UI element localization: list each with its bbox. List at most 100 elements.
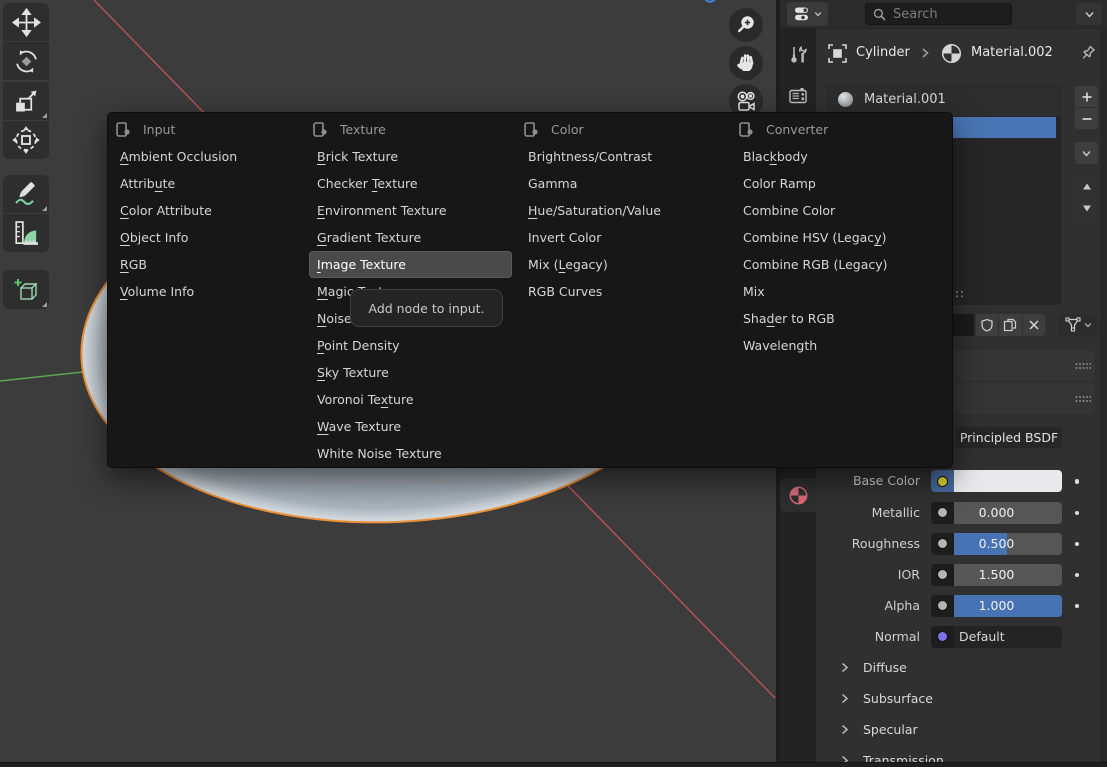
breadcrumb-object-name[interactable]: Cylinder (856, 45, 910, 60)
measure-icon (12, 219, 41, 248)
base-color-swatch[interactable] (954, 470, 1062, 492)
node-socket-button[interactable] (931, 626, 954, 648)
transform-tool-button[interactable] (3, 121, 49, 159)
menu-item-object-info[interactable]: Object Info (112, 224, 315, 251)
remove-slot-button[interactable] (1075, 108, 1098, 129)
animate-decorator-dot[interactable] (1075, 573, 1080, 578)
minus-icon (1081, 113, 1093, 125)
zoom-gizmo-button[interactable] (729, 8, 763, 42)
menu-item-ambient-occlusion[interactable]: Ambient Occlusion (112, 143, 315, 170)
animate-decorator-dot[interactable] (1075, 604, 1080, 609)
node-socket-button[interactable] (931, 470, 954, 492)
property-row-metallic: Metallic0.000 (820, 502, 1100, 524)
slider-metallic[interactable]: 0.000 (954, 502, 1062, 524)
slot-specials-button[interactable] (1075, 142, 1098, 164)
node-filter-dropdown[interactable] (1058, 314, 1097, 336)
header-menu-collapse-button[interactable] (1076, 3, 1102, 25)
tab-render[interactable] (780, 80, 816, 112)
move-slot-up-button[interactable] (1075, 176, 1098, 197)
menu-column-header: Texture (309, 118, 512, 140)
node-socket-button[interactable] (931, 595, 954, 617)
menu-item-combine-rgb-legacy[interactable]: Combine RGB (Legacy) (735, 251, 938, 278)
subpanel-label: Specular (863, 722, 918, 737)
search-icon (873, 8, 886, 21)
menu-item-environment-texture[interactable]: Environment Texture (309, 197, 512, 224)
fake-user-button[interactable] (976, 314, 999, 336)
menu-column-title: Texture (340, 122, 386, 137)
menu-item-wavelength[interactable]: Wavelength (735, 332, 938, 359)
add-cube-tool-button[interactable] (3, 270, 49, 309)
scale-tool-button[interactable] (3, 82, 49, 120)
menu-item-attribute[interactable]: Attribute (112, 170, 315, 197)
breadcrumb-material-name[interactable]: Material.002 (971, 45, 1053, 60)
menu-item-mix-legacy[interactable]: Mix (Legacy) (520, 251, 723, 278)
menu-item-shader-to-rgb[interactable]: Shader to RGB (735, 305, 938, 332)
triangle-down-icon (1082, 204, 1092, 213)
panel-drag-grip[interactable] (1075, 362, 1091, 370)
chevron-right-icon (840, 693, 849, 704)
animate-decorator-dot[interactable] (1075, 511, 1080, 516)
pan-gizmo-button[interactable] (729, 46, 763, 80)
menu-item-mix[interactable]: Mix (735, 278, 938, 305)
move-slot-down-button[interactable] (1075, 198, 1098, 219)
menu-column-title: Converter (766, 122, 828, 137)
menu-item-gradient-texture[interactable]: Gradient Texture (309, 224, 512, 251)
menu-item-brick-texture[interactable]: Brick Texture (309, 143, 512, 170)
socket-dot-icon (937, 631, 948, 642)
node-socket-button[interactable] (931, 502, 954, 524)
slider-value: 1.000 (954, 595, 1062, 617)
menu-item-rgb[interactable]: RGB (112, 251, 315, 278)
chevron-down-icon (1081, 148, 1092, 159)
subpanel-subsurface[interactable]: Subsurface (820, 687, 1100, 709)
list-resize-grip[interactable] (955, 290, 964, 298)
breadcrumb: Cylinder Material.002 (776, 40, 1107, 66)
tab-material[interactable] (780, 478, 816, 512)
add-slot-button[interactable] (1075, 86, 1098, 107)
slider-roughness[interactable]: 0.500 (954, 533, 1062, 555)
search-input[interactable]: Search (865, 3, 1012, 25)
menu-item-combine-hsv-legacy[interactable]: Combine HSV (Legacy) (735, 224, 938, 251)
menu-item-color-ramp[interactable]: Color Ramp (735, 170, 938, 197)
node-socket-button[interactable] (931, 533, 954, 555)
menu-item-white-noise-texture[interactable]: White Noise Texture (309, 440, 512, 467)
menu-item-brightness-contrast[interactable]: Brightness/Contrast (520, 143, 723, 170)
unlink-material-button[interactable] (1023, 314, 1046, 336)
menu-item-voronoi-texture[interactable]: Voronoi Texture (309, 386, 512, 413)
chevron-down-icon (814, 10, 822, 18)
menu-item-invert-color[interactable]: Invert Color (520, 224, 723, 251)
menu-item-checker-texture[interactable]: Checker Texture (309, 170, 512, 197)
slider-ior[interactable]: 1.500 (954, 564, 1062, 586)
new-material-button[interactable] (999, 314, 1022, 336)
properties-scroll-margin[interactable] (1100, 28, 1107, 762)
menu-item-blackbody[interactable]: Blackbody (735, 143, 938, 170)
socket-dot-icon (937, 600, 948, 611)
nav-gizmo-axis-ball[interactable] (705, 0, 715, 2)
animate-decorator-dot[interactable] (1075, 542, 1080, 547)
surface-shader-dropdown[interactable]: Principled BSDF (956, 427, 1062, 448)
rotate-tool-button[interactable] (3, 42, 49, 80)
slider-value: 1.500 (954, 564, 1062, 586)
menu-item-sky-texture[interactable]: Sky Texture (309, 359, 512, 386)
measure-tool-button[interactable] (3, 214, 49, 252)
menu-item-hue-saturation-value[interactable]: Hue/Saturation/Value (520, 197, 723, 224)
menu-item-point-density[interactable]: Point Density (309, 332, 512, 359)
slider-alpha[interactable]: 1.000 (954, 595, 1062, 617)
menu-item-combine-color[interactable]: Combine Color (735, 197, 938, 224)
subpanel-label: Diffuse (863, 660, 907, 675)
breadcrumb-separator-icon (919, 47, 931, 59)
menu-item-color-attribute[interactable]: Color Attribute (112, 197, 315, 224)
dropdown-normal[interactable]: Default (954, 626, 1062, 648)
animate-decorator-dot[interactable] (1075, 479, 1080, 484)
subpanel-specular[interactable]: Specular (820, 718, 1100, 740)
menu-item-gamma[interactable]: Gamma (520, 170, 723, 197)
move-tool-button[interactable] (3, 3, 49, 41)
panel-drag-grip[interactable] (1075, 395, 1091, 403)
annotate-tool-button[interactable] (3, 175, 49, 213)
menu-item-volume-info[interactable]: Volume Info (112, 278, 315, 305)
menu-item-wave-texture[interactable]: Wave Texture (309, 413, 512, 440)
subpanel-diffuse[interactable]: Diffuse (820, 656, 1100, 678)
menu-item-image-texture[interactable]: Image Texture (309, 251, 512, 278)
menu-item-rgb-curves[interactable]: RGB Curves (520, 278, 723, 305)
editor-type-dropdown[interactable] (787, 2, 828, 26)
node-socket-button[interactable] (931, 564, 954, 586)
